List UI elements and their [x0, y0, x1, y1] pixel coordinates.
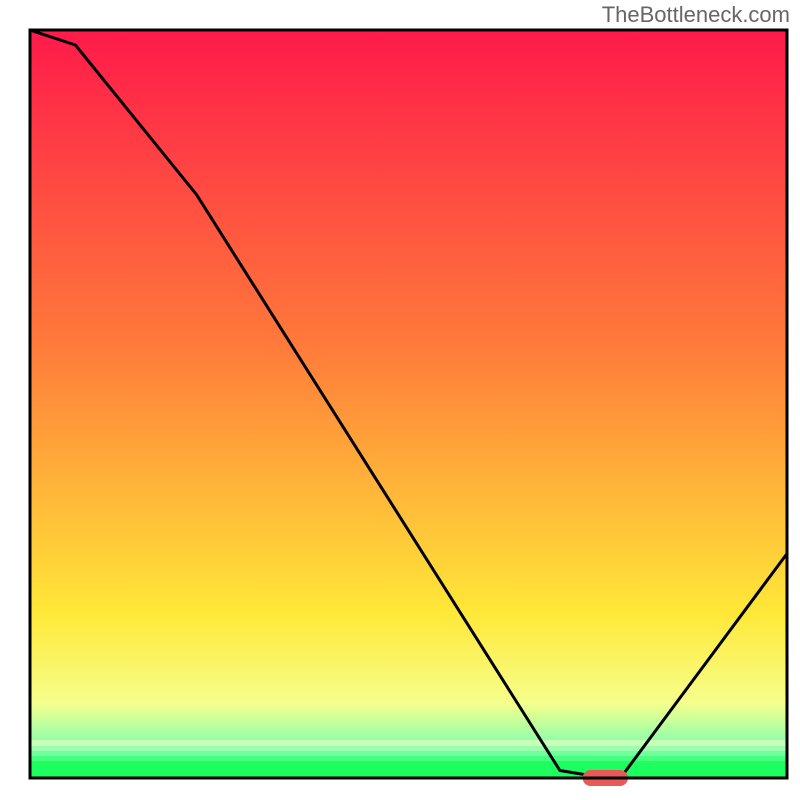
chart-svg [0, 0, 800, 800]
bottleneck-curve-chart: TheBottleneck.com [0, 0, 800, 800]
bottom-strips [30, 740, 787, 778]
watermark-text: TheBottleneck.com [602, 2, 790, 28]
plot-background [30, 30, 787, 778]
